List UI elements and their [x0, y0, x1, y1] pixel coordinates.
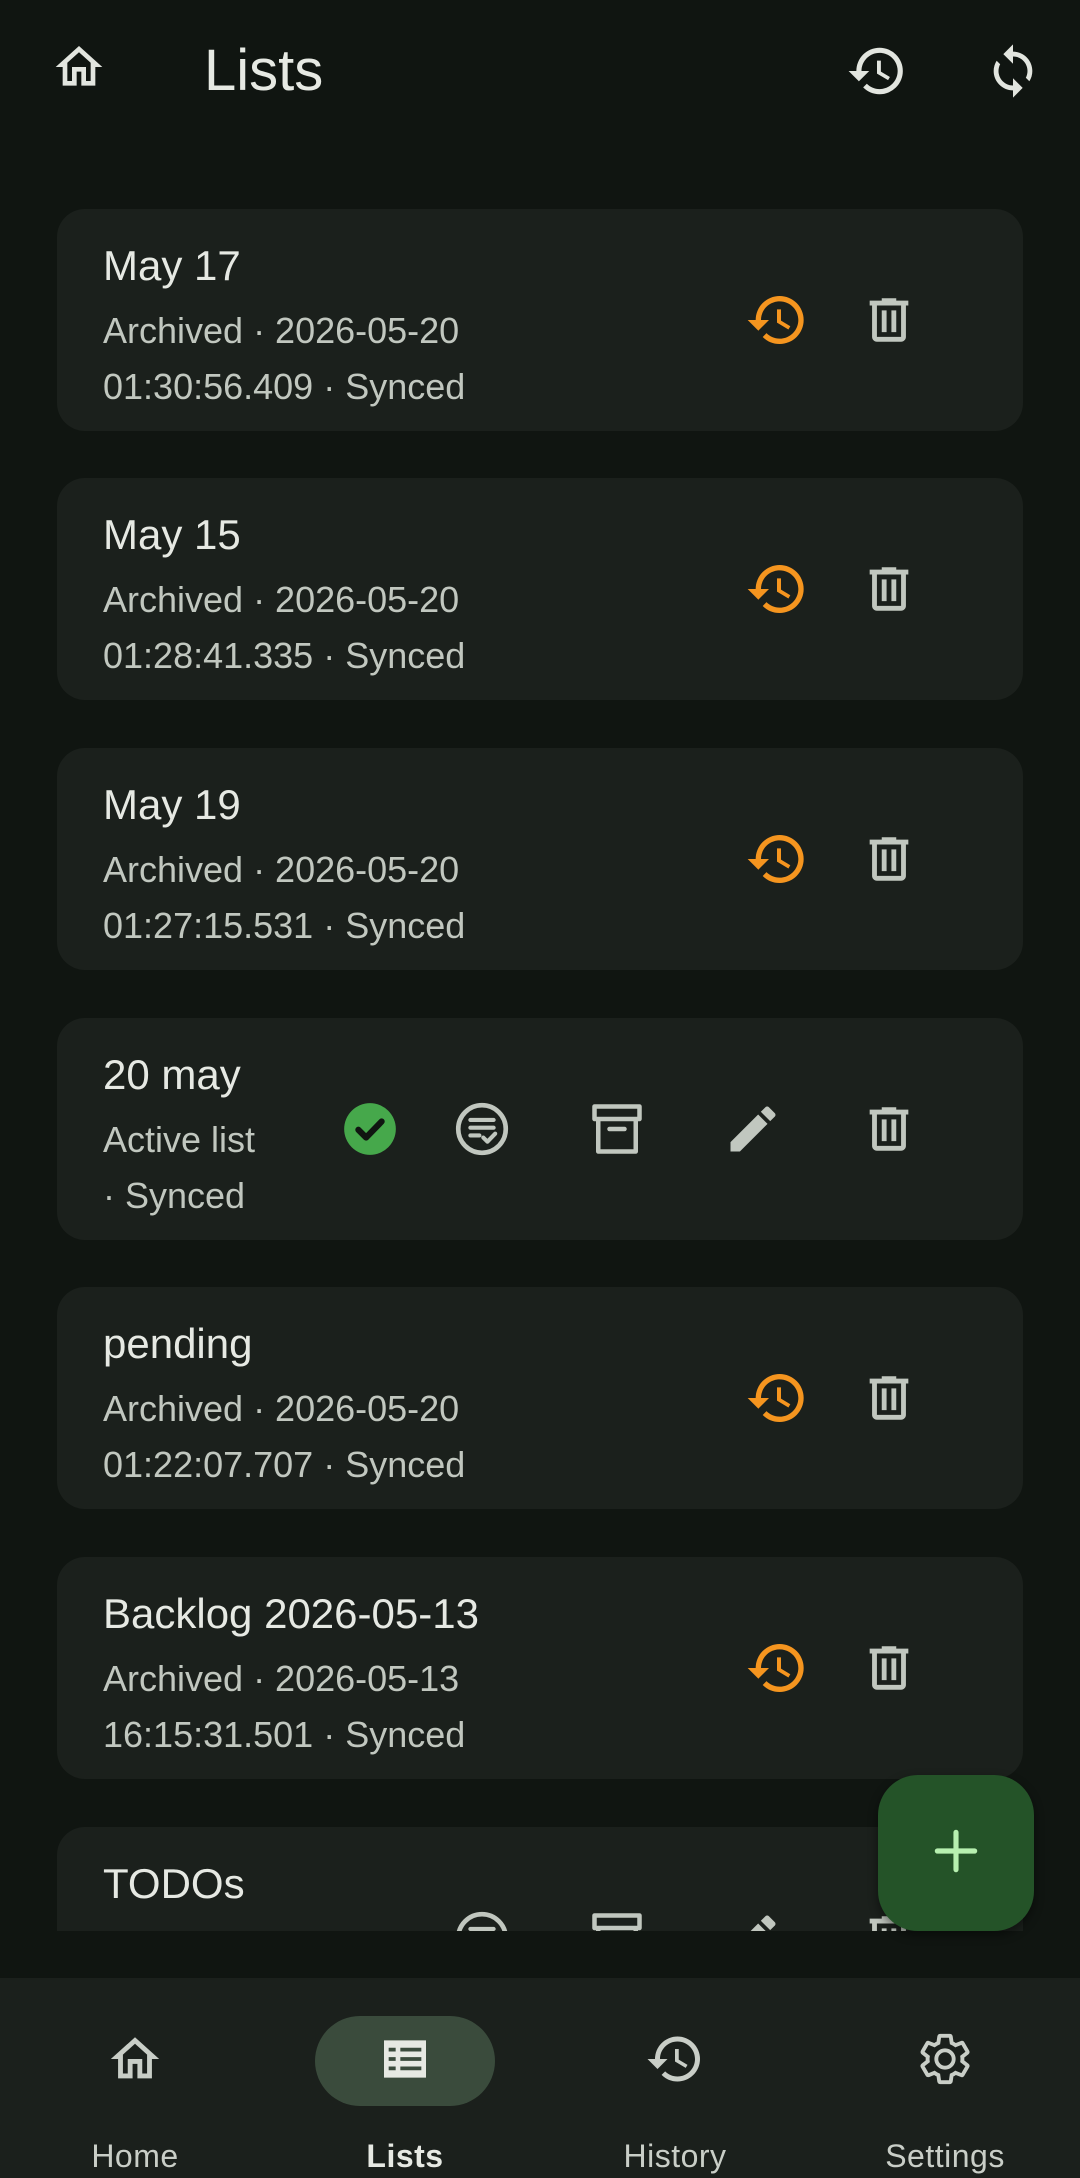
- restore-icon: [745, 557, 809, 621]
- page-title: Lists: [204, 38, 324, 103]
- review-button[interactable]: [440, 1087, 524, 1171]
- trash-icon: [860, 560, 918, 618]
- delete-button[interactable]: [847, 1087, 931, 1171]
- delete-button[interactable]: [847, 1356, 931, 1440]
- history-icon: [645, 2029, 705, 2094]
- list-status-line: Active list: [103, 1119, 256, 1160]
- list-name: Backlog 2026-05-13: [103, 1590, 479, 1637]
- trash-icon: [860, 1369, 918, 1427]
- list-status-line: Archived · 2026-05-20: [103, 1388, 460, 1429]
- nav-item-history[interactable]: History: [540, 1978, 810, 2178]
- list-status: Active list · Synced: [103, 1112, 303, 1224]
- list-status-line: Archived · 2026-05-20: [103, 579, 460, 620]
- trash-icon: [860, 830, 918, 888]
- list-status: Archived · 2026-05-13 16:15:31.501 · Syn…: [103, 1651, 523, 1763]
- nav-pill: [855, 2016, 1035, 2106]
- list-status-line: 01:27:15.531 · Synced: [103, 905, 466, 946]
- home-icon: [106, 2030, 164, 2093]
- restore-icon: [745, 1636, 809, 1700]
- nav-item-home[interactable]: Home: [0, 1978, 270, 2178]
- nav-item-settings[interactable]: Settings: [810, 1978, 1080, 2178]
- pencil-icon: [723, 1908, 783, 1931]
- list-name: May 17: [103, 242, 241, 289]
- review-button[interactable]: [440, 1896, 524, 1931]
- trash-icon: [860, 1639, 918, 1697]
- archive-icon: [587, 1908, 647, 1931]
- check-circle-icon: [339, 1098, 401, 1160]
- edit-button[interactable]: [711, 1087, 795, 1171]
- list-card[interactable]: May 19 Archived · 2026-05-20 01:27:15.53…: [57, 748, 1023, 970]
- nav-label: Home: [91, 2138, 179, 2174]
- list-status-line: Archived · 2026-05-13: [103, 1658, 460, 1699]
- list-card[interactable]: pending Archived · 2026-05-20 01:22:07.7…: [57, 1287, 1023, 1509]
- list-status-line: · Synced: [103, 1175, 246, 1216]
- list-status: Archived · 2026-05-20 01:27:15.531 · Syn…: [103, 842, 523, 954]
- nav-pill: [585, 2016, 765, 2106]
- nav-pill: [315, 2016, 495, 2106]
- list-status-line: 01:28:41.335 · Synced: [103, 635, 466, 676]
- list-status-line: 01:22:07.707 · Synced: [103, 1444, 466, 1485]
- delete-button[interactable]: [847, 547, 931, 631]
- restore-icon: [745, 827, 809, 891]
- trash-icon: [860, 291, 918, 349]
- add-list-button[interactable]: [878, 1775, 1034, 1931]
- top-app-bar: Lists: [0, 0, 1080, 150]
- list-status-line: 01:30:56.409 · Synced: [103, 366, 466, 407]
- lists-container: May 17 Archived · 2026-05-20 01:30:56.40…: [0, 150, 1080, 1931]
- history-button[interactable]: [842, 38, 912, 108]
- checklist-circle-icon: [451, 1098, 513, 1160]
- nav-label: History: [623, 2138, 727, 2174]
- list-icon: [377, 2031, 433, 2092]
- nav-label: Settings: [885, 2138, 1005, 2174]
- list-card-active[interactable]: 20 may Active list · Synced: [57, 1018, 1023, 1240]
- archive-button[interactable]: [575, 1896, 659, 1931]
- pencil-icon: [723, 1099, 783, 1159]
- history-icon: [846, 40, 908, 107]
- list-name: TODOs: [103, 1860, 245, 1907]
- sync-icon: [984, 42, 1042, 105]
- gear-icon: [916, 2030, 974, 2093]
- restore-button[interactable]: [735, 817, 819, 901]
- list-status-line: Archived · 2026-05-20: [103, 310, 460, 351]
- nav-item-lists[interactable]: Lists: [270, 1978, 540, 2178]
- home-button[interactable]: [44, 34, 114, 104]
- list-status: Archived · 2026-05-20 01:22:07.707 · Syn…: [103, 1381, 523, 1493]
- list-name: pending: [103, 1320, 253, 1367]
- list-name: May 19: [103, 781, 241, 828]
- list-card[interactable]: Backlog 2026-05-13 Archived · 2026-05-13…: [57, 1557, 1023, 1779]
- restore-button[interactable]: [735, 547, 819, 631]
- list-status: Archived · 2026-05-20 01:28:41.335 · Syn…: [103, 572, 523, 684]
- archive-button[interactable]: [575, 1087, 659, 1171]
- delete-button[interactable]: [847, 278, 931, 362]
- delete-button[interactable]: [847, 817, 931, 901]
- sync-button[interactable]: [978, 38, 1048, 108]
- archive-icon: [587, 1099, 647, 1159]
- home-icon: [51, 39, 107, 100]
- restore-button[interactable]: [735, 1626, 819, 1710]
- checklist-circle-icon: [451, 1907, 513, 1931]
- trash-icon: [860, 1100, 918, 1158]
- list-card[interactable]: May 15 Archived · 2026-05-20 01:28:41.33…: [57, 478, 1023, 700]
- restore-icon: [745, 1366, 809, 1430]
- list-card[interactable]: May 17 Archived · 2026-05-20 01:30:56.40…: [57, 209, 1023, 431]
- active-indicator: [328, 1087, 412, 1171]
- restore-button[interactable]: [735, 1356, 819, 1440]
- edit-button[interactable]: [711, 1896, 795, 1931]
- list-status: Archived · 2026-05-20 01:30:56.409 · Syn…: [103, 303, 523, 415]
- bottom-navigation: Home Lists History Settings: [0, 1978, 1080, 2178]
- plus-icon: [928, 1823, 984, 1884]
- nav-label: Lists: [366, 2138, 444, 2174]
- nav-pill: [45, 2016, 225, 2106]
- delete-button[interactable]: [847, 1626, 931, 1710]
- restore-icon: [745, 288, 809, 352]
- list-status-line: 16:15:31.501 · Synced: [103, 1714, 466, 1755]
- list-name: May 15: [103, 511, 241, 558]
- list-name: 20 may: [103, 1051, 241, 1098]
- app-root: Lists May 17 Archived · 2026-05-20 01:30…: [0, 0, 1080, 2178]
- restore-button[interactable]: [735, 278, 819, 362]
- list-status-line: Archived · 2026-05-20: [103, 849, 460, 890]
